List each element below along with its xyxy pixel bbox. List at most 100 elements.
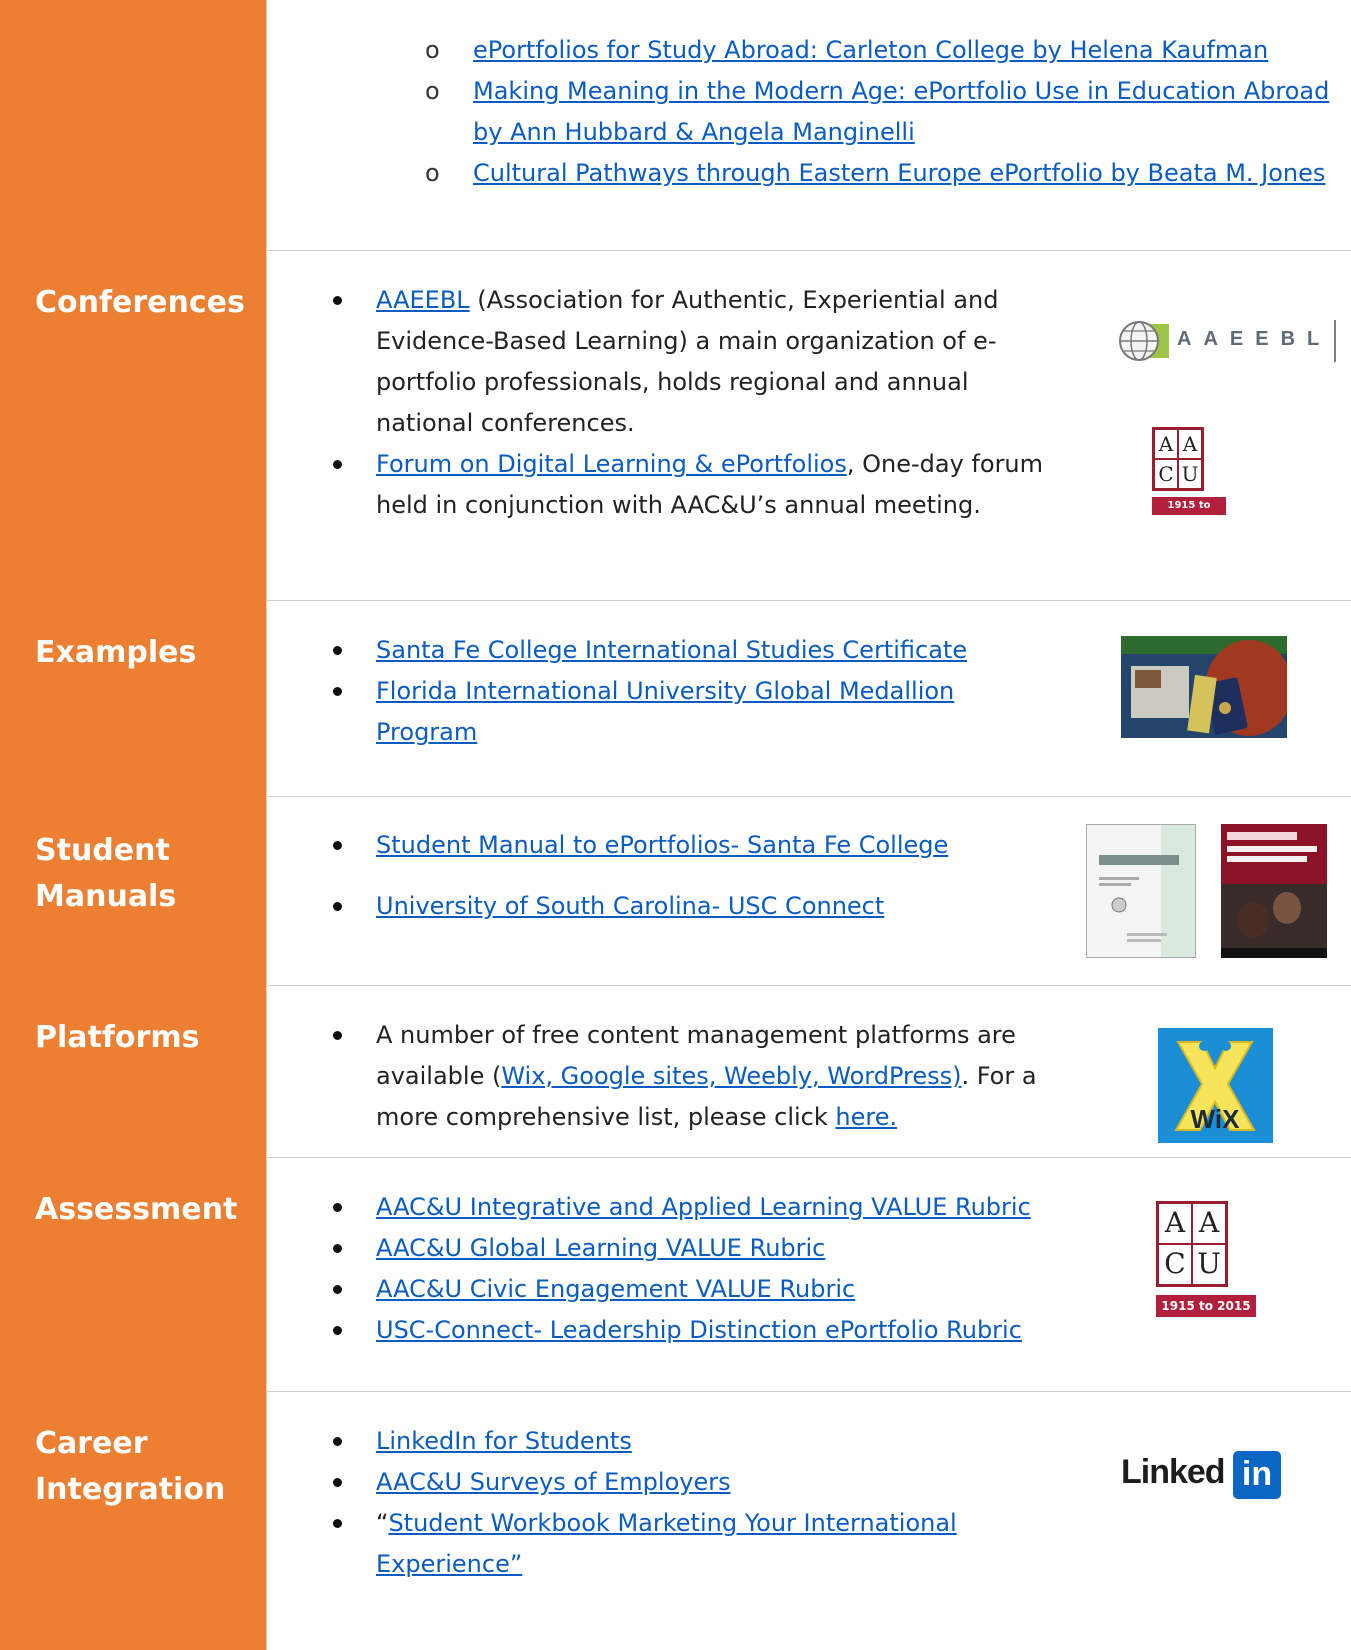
meaning-modern-age-link[interactable]: Making Meaning in the Modern Age: ePortf…: [473, 77, 1329, 105]
wix-icon: WiX: [1174, 1041, 1256, 1134]
santa-fe-manual-link[interactable]: Student Manual to ePortfolios- Santa Fe …: [376, 831, 948, 859]
platforms-row: Platforms A number of free content manag…: [0, 985, 1351, 1158]
list-item: o Cultural Pathways through Eastern Euro…: [425, 153, 1343, 194]
list-item: o ePortfolios for Study Abroad: Carleton…: [425, 30, 1343, 71]
eportfolio-example-image: [1121, 636, 1287, 738]
aacu-ribbon: 1915 to 2015: [1152, 497, 1226, 529]
text: . For a: [961, 1062, 1037, 1090]
santa-fe-certificate-link[interactable]: Santa Fe College International Studies C…: [376, 636, 967, 664]
cultural-pathways-link[interactable]: Cultural Pathways through Eastern Europe…: [473, 159, 1325, 187]
text: portfolio professionals, holds regional …: [376, 368, 969, 396]
forum-digital-learning-link[interactable]: Forum on Digital Learning & ePortfolios: [376, 450, 847, 478]
aaeebl-link[interactable]: AAEEBL: [376, 286, 470, 314]
list-item: AAC&U Surveys of Employers: [266, 1462, 1066, 1503]
student-workbook-link[interactable]: Student Workbook Marketing Your Internat…: [388, 1509, 956, 1537]
study-abroad-row: o ePortfolios for Study Abroad: Carleton…: [0, 0, 1351, 251]
quote-mark: “: [376, 1509, 389, 1537]
aacu-letter: A: [1158, 1203, 1192, 1244]
wix-logo: WiX: [1158, 1028, 1273, 1143]
usc-leadership-rubric-link[interactable]: USC-Connect- Leadership Distinction ePor…: [376, 1316, 1022, 1344]
passport-photo-icon: [1121, 636, 1287, 738]
aacu-letter: U: [1178, 459, 1202, 489]
row-label: Assessment: [35, 1192, 238, 1227]
civic-engagement-rubric-link[interactable]: AAC&U Civic Engagement VALUE Rubric: [376, 1275, 855, 1303]
examples-row: Examples Santa Fe College International …: [0, 600, 1351, 797]
row-label: Student Manuals: [35, 833, 177, 914]
list-item: Florida International University Global …: [266, 671, 1066, 753]
student-workbook-link-cont[interactable]: Experience”: [376, 1550, 522, 1578]
linkedin-wordmark: Linked: [1121, 1453, 1226, 1491]
aaeebl-logo-text: AAEEBL: [1177, 328, 1332, 350]
aacu-letter: A: [1178, 429, 1202, 459]
aacu-letter: C: [1154, 459, 1178, 489]
row-label: Examples: [35, 635, 197, 670]
text: national conferences.: [376, 409, 635, 437]
row-label: Career Integration: [35, 1426, 226, 1507]
aacu-logo: A A C U 1915 to 2015: [1152, 427, 1262, 529]
conferences-row: Conferences AAEEBL (Association for Auth…: [0, 250, 1351, 601]
text: , One-day forum: [846, 450, 1044, 478]
aacu-surveys-link[interactable]: AAC&U Surveys of Employers: [376, 1468, 731, 1496]
santa-fe-manual-cover: [1086, 824, 1196, 958]
row-label-cell: Student Manuals: [0, 796, 267, 985]
aacu-letter: C: [1158, 1244, 1192, 1285]
aacu-ribbon: 1915 to 2015: [1156, 1295, 1256, 1317]
aacu-letter: A: [1192, 1203, 1226, 1244]
circle-bullet: o: [425, 77, 440, 105]
list-item: AAC&U Civic Engagement VALUE Rubric: [266, 1269, 1086, 1310]
row-label-cell: [0, 0, 267, 250]
row-label: Conferences: [35, 285, 245, 320]
list-item: A number of free content management plat…: [266, 1015, 1066, 1138]
list-item: University of South Carolina- USC Connec…: [266, 886, 1066, 927]
row-label-cell: Assessment: [0, 1157, 267, 1391]
list-item: Forum on Digital Learning & ePortfolios,…: [266, 444, 1066, 526]
meaning-modern-age-link-cont[interactable]: by Ann Hubbard & Angela Manginelli: [473, 118, 915, 146]
integrative-rubric-link[interactable]: AAC&U Integrative and Applied Learning V…: [376, 1193, 1031, 1221]
here-link[interactable]: here.: [835, 1103, 897, 1131]
text: available (: [376, 1062, 502, 1090]
study-abroad-list: o ePortfolios for Study Abroad: Carleton…: [425, 30, 1343, 194]
list-item: AAEEBL (Association for Authentic, Exper…: [266, 280, 1066, 444]
aacu-letter: U: [1192, 1244, 1226, 1285]
row-label-cell: Platforms: [0, 985, 267, 1157]
usc-connect-link[interactable]: University of South Carolina- USC Connec…: [376, 892, 884, 920]
text: held in conjunction with AAC&U’s annual …: [376, 491, 981, 519]
row-label-cell: Career Integration: [0, 1391, 267, 1650]
list-item: Santa Fe College International Studies C…: [266, 630, 1066, 671]
aacu-logo: A A C U 1915 to 2015: [1156, 1201, 1302, 1321]
list-item: o Making Meaning in the Modern Age: ePor…: [425, 71, 1343, 153]
aaeebl-logo: AAEEBL: [1117, 318, 1339, 364]
text: Evidence-Based Learning) a main organiza…: [376, 327, 997, 355]
text: more comprehensive list, please click: [376, 1103, 836, 1131]
row-label: Platforms: [35, 1020, 200, 1055]
global-learning-rubric-link[interactable]: AAC&U Global Learning VALUE Rubric: [376, 1234, 825, 1262]
linkedin-students-link[interactable]: LinkedIn for Students: [376, 1427, 632, 1455]
usc-connect-cover: [1221, 824, 1327, 958]
row-label-cell: Conferences: [0, 250, 267, 600]
row-label-cell: Examples: [0, 600, 267, 796]
list-item: AAC&U Integrative and Applied Learning V…: [266, 1187, 1086, 1228]
linkedin-in-icon: in: [1233, 1451, 1281, 1499]
text: A number of free content management plat…: [376, 1021, 1016, 1049]
carleton-link[interactable]: ePortfolios for Study Abroad: Carleton C…: [473, 36, 1268, 64]
aacu-letter: A: [1154, 429, 1178, 459]
fiu-medallion-link-cont[interactable]: Program: [376, 718, 477, 746]
student-manuals-row: Student Manuals Student Manual to ePortf…: [0, 796, 1351, 986]
assessment-row: Assessment AAC&U Integrative and Applied…: [0, 1157, 1351, 1392]
list-item: USC-Connect- Leadership Distinction ePor…: [266, 1310, 1086, 1351]
circle-bullet: o: [425, 159, 440, 187]
usc-cover-icon: [1221, 824, 1327, 958]
list-item: AAC&U Global Learning VALUE Rubric: [266, 1228, 1086, 1269]
svg-text:WiX: WiX: [1191, 1104, 1241, 1134]
list-item: LinkedIn for Students: [266, 1421, 1066, 1462]
platforms-list: A number of free content management plat…: [266, 1015, 1066, 1138]
student-manuals-list: Student Manual to ePortfolios- Santa Fe …: [266, 825, 1066, 927]
circle-bullet: o: [425, 36, 440, 64]
text: (Association for Authentic, Experiential…: [469, 286, 999, 314]
manual-cover-icon: [1099, 825, 1195, 957]
examples-list: Santa Fe College International Studies C…: [266, 630, 1066, 753]
fiu-medallion-link[interactable]: Florida International University Global …: [376, 677, 954, 705]
conferences-list: AAEEBL (Association for Authentic, Exper…: [266, 280, 1066, 526]
platforms-link[interactable]: Wix, Google sites, Weebly, WordPress): [501, 1062, 961, 1090]
linkedin-logo: Linked in: [1121, 1451, 1301, 1501]
